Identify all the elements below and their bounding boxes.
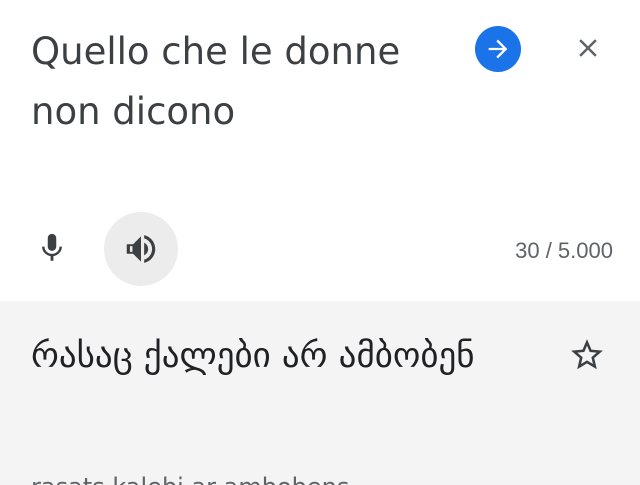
arrow-forward-icon: [488, 39, 508, 59]
listen-source-button[interactable]: [104, 212, 178, 286]
translate-page: Quello che le donne non dicono 30 / 5.00…: [0, 0, 640, 485]
transliteration-text: rasats kalebi ar ambobens: [31, 473, 349, 485]
clear-button[interactable]: [566, 26, 610, 70]
star-outline-icon: [571, 339, 603, 370]
translation-text: რასაც ქალები არ ამბობენ: [31, 336, 475, 376]
character-count: 30 / 5.000: [515, 238, 613, 263]
source-panel: Quello che le donne non dicono 30 / 5.00…: [0, 0, 640, 300]
close-icon: [579, 39, 597, 57]
volume-icon: [126, 235, 156, 263]
microphone-button[interactable]: [26, 222, 78, 274]
result-panel: რასაც ქალები არ ამბობენ rasats kalebi ar…: [0, 301, 640, 485]
translate-go-button[interactable]: [475, 26, 521, 72]
save-translation-button[interactable]: [564, 332, 610, 378]
source-text-input[interactable]: Quello che le donne non dicono: [31, 22, 451, 142]
microphone-icon: [42, 233, 62, 261]
